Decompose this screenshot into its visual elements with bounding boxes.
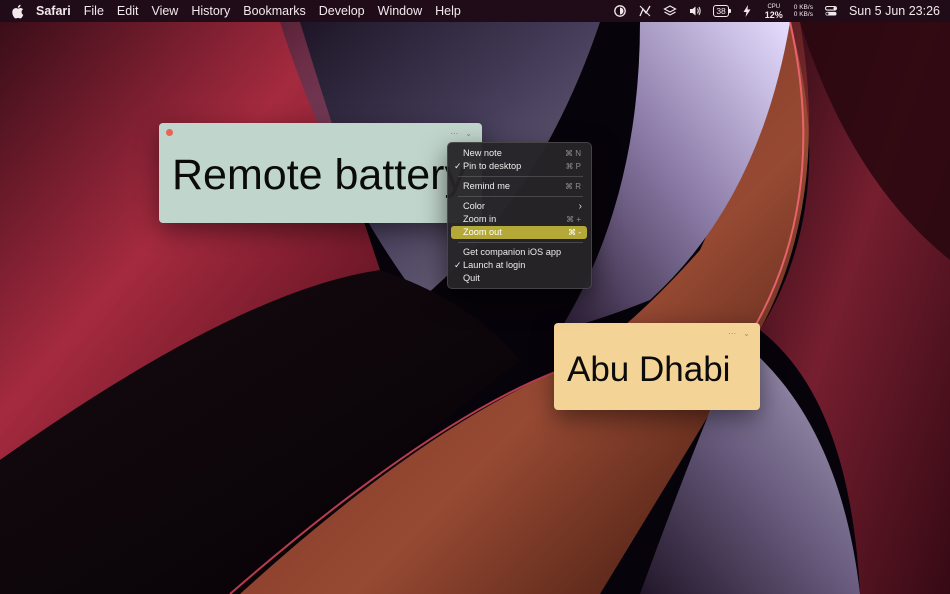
menubar-clock[interactable]: Sun 5 Jun 23:26 (849, 4, 940, 18)
layers-icon[interactable] (663, 4, 678, 18)
note-text[interactable]: Remote battery (172, 151, 466, 200)
menu-item-label: Launch at login (463, 260, 526, 270)
network-speed[interactable]: 0 KB/s 0 KB/s (794, 4, 813, 19)
menu-develop[interactable]: Develop (319, 4, 365, 18)
menu-bar: Safari File Edit View History Bookmarks … (0, 0, 950, 22)
menu-item-label: Zoom out (463, 227, 502, 237)
shortcut-label: ⌘ - (568, 228, 581, 237)
menu-file[interactable]: File (84, 4, 104, 18)
net-download: 0 KB/s (793, 11, 813, 18)
note-text[interactable]: Abu Dhabi (567, 350, 730, 390)
desktop-wallpaper (0, 0, 950, 594)
menu-item-label: New note (463, 148, 502, 158)
control-center-icon[interactable] (824, 4, 838, 18)
menu-item-pin-to-desktop[interactable]: ✓ Pin to desktop ⌘ P (451, 160, 587, 173)
menu-app-name[interactable]: Safari (36, 4, 71, 18)
stats-icon[interactable] (638, 4, 652, 18)
menu-item-label: Quit (463, 273, 480, 283)
volume-icon[interactable] (688, 4, 702, 18)
chevron-down-icon[interactable]: ⌄ (465, 130, 472, 138)
menu-history[interactable]: History (191, 4, 230, 18)
net-upload: 0 KB/s (793, 3, 813, 11)
menu-item-zoom-in[interactable]: Zoom in ⌘ + (451, 213, 587, 226)
close-note-button[interactable] (166, 129, 173, 136)
shortcut-label: ⌘ N (565, 149, 581, 158)
cpu-value: 12% (764, 10, 783, 20)
menu-edit[interactable]: Edit (117, 4, 139, 18)
menu-help[interactable]: Help (435, 4, 461, 18)
menu-separator (458, 242, 583, 243)
menu-view[interactable]: View (151, 4, 178, 18)
note-controls: ⋯ ⌄ (450, 130, 472, 138)
menu-separator (458, 176, 583, 177)
menu-item-label: Get companion iOS app (463, 247, 562, 257)
note-context-menu: New note ⌘ N ✓ Pin to desktop ⌘ P Remind… (447, 142, 592, 289)
menu-item-new-note[interactable]: New note ⌘ N (451, 147, 587, 160)
checkmark-icon: ✓ (454, 260, 462, 270)
note-controls: ⋯ ⌄ (728, 330, 750, 338)
menu-item-get-companion-app[interactable]: Get companion iOS app (451, 246, 587, 259)
shortcut-label: ⌘ + (566, 215, 581, 224)
battery-indicator[interactable]: 38 (713, 5, 732, 17)
menu-item-label: Remind me (463, 181, 510, 191)
shortcut-label: ⌘ P (565, 162, 581, 171)
menu-item-remind-me[interactable]: Remind me ⌘ R (451, 180, 587, 193)
chevron-right-icon: › (578, 201, 582, 212)
focus-status-icon[interactable] (613, 4, 627, 18)
menu-bookmarks[interactable]: Bookmarks (243, 4, 306, 18)
more-options-icon[interactable]: ⋯ (728, 330, 736, 338)
menu-item-label: Pin to desktop (463, 161, 522, 171)
more-options-icon[interactable]: ⋯ (450, 130, 458, 138)
sticky-note-yellow[interactable]: ⋯ ⌄ Abu Dhabi (554, 323, 760, 410)
shortcut-label: ⌘ R (565, 182, 581, 191)
menu-item-label: Zoom in (463, 214, 497, 224)
menu-separator (458, 196, 583, 197)
charging-bolt-icon (743, 5, 751, 17)
menu-window[interactable]: Window (378, 4, 422, 18)
menu-item-color[interactable]: Color › (451, 200, 587, 213)
sticky-note-green[interactable]: ⋯ ⌄ Remote battery (159, 123, 482, 223)
cpu-usage[interactable]: CPU 12% (764, 3, 783, 20)
menu-item-label: Color (463, 201, 485, 211)
checkmark-icon: ✓ (454, 161, 462, 171)
apple-menu-icon[interactable] (11, 4, 24, 19)
menu-item-zoom-out[interactable]: Zoom out ⌘ - (451, 226, 587, 239)
menu-item-launch-at-login[interactable]: ✓ Launch at login (451, 259, 587, 272)
menu-item-quit[interactable]: Quit (451, 272, 587, 285)
chevron-down-icon[interactable]: ⌄ (743, 330, 750, 338)
